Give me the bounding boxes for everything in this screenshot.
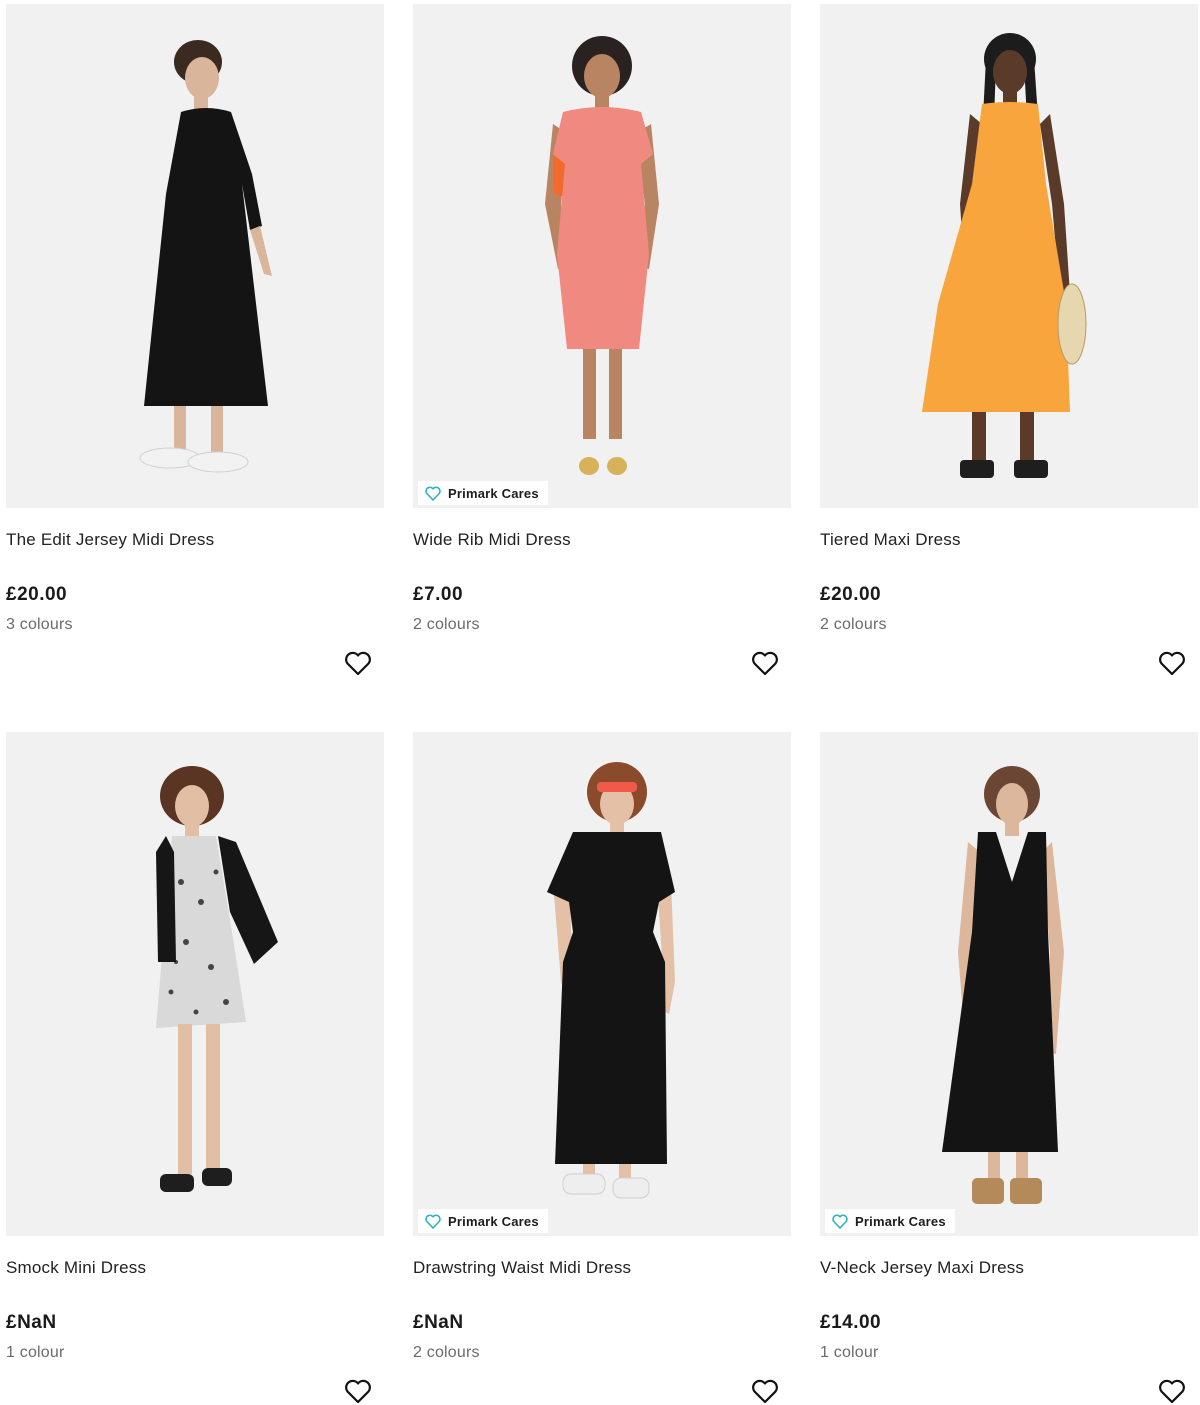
product-image[interactable]: Primark Cares [413,732,791,1236]
heart-outline-icon [752,651,778,676]
product-image[interactable]: Primark Cares [820,732,1198,1236]
heart-outline-icon [345,1379,371,1404]
product-card[interactable]: Primark Cares V-Neck Jersey Maxi Dress £… [820,732,1198,1404]
model-figure-image [922,33,1087,478]
product-card[interactable]: Primark Cares Wide Rib Midi Dress £7.00 … [413,4,791,676]
product-card[interactable]: Smock Mini Dress £NaN 1 colour [6,732,384,1404]
model-figure-image [545,36,659,475]
product-card[interactable]: The Edit Jersey Midi Dress £20.00 3 colo… [6,4,384,676]
product-name[interactable]: The Edit Jersey Midi Dress [6,530,214,550]
badge-label: Primark Cares [855,1213,946,1229]
model-figure-image [156,766,278,1192]
add-to-wishlist-button[interactable] [1156,1375,1188,1405]
primark-cares-badge: Primark Cares [418,1209,548,1233]
heart-outline-icon [345,651,371,676]
heart-outline-icon [1159,651,1185,676]
add-to-wishlist-button[interactable] [1156,647,1188,679]
product-colour-count: 1 colour [6,1344,65,1361]
product-price: £20.00 [820,584,882,605]
product-name[interactable]: Smock Mini Dress [6,1258,146,1278]
add-to-wishlist-button[interactable] [342,1375,374,1405]
heart-badge-icon [425,486,441,501]
product-card[interactable]: Tiered Maxi Dress £20.00 2 colours [820,4,1198,676]
product-price: £NaN [6,1312,57,1333]
product-name[interactable]: Tiered Maxi Dress [820,530,961,550]
product-name[interactable]: Wide Rib Midi Dress [413,530,571,550]
model-figure-image [547,762,675,1199]
product-price: £14.00 [820,1312,882,1333]
product-price: £20.00 [6,584,68,605]
add-to-wishlist-button[interactable] [749,647,781,679]
product-card[interactable]: Primark Cares Drawstring Waist Midi Dres… [413,732,791,1404]
model-figure-image [942,766,1064,1204]
product-colour-count: 1 colour [820,1344,879,1361]
product-image[interactable]: Primark Cares [413,4,791,508]
badge-label: Primark Cares [448,1213,539,1229]
heart-outline-icon [752,1379,778,1404]
product-image[interactable] [820,4,1198,508]
heart-badge-icon [832,1214,848,1229]
badge-label: Primark Cares [448,485,539,501]
product-price: £7.00 [413,584,464,605]
model-figure-image [139,40,272,473]
primark-cares-badge: Primark Cares [418,481,548,505]
heart-outline-icon [1159,1379,1185,1404]
product-price: £NaN [413,1312,464,1333]
product-colour-count: 2 colours [820,616,887,633]
add-to-wishlist-button[interactable] [749,1375,781,1405]
product-colour-count: 2 colours [413,616,480,633]
product-grid: The Edit Jersey Midi Dress £20.00 3 colo… [0,0,1200,1405]
primark-cares-badge: Primark Cares [825,1209,955,1233]
product-image[interactable] [6,4,384,508]
heart-badge-icon [425,1214,441,1229]
add-to-wishlist-button[interactable] [342,647,374,679]
product-colour-count: 2 colours [413,1344,480,1361]
product-colour-count: 3 colours [6,616,73,633]
product-image[interactable] [6,732,384,1236]
product-name[interactable]: V-Neck Jersey Maxi Dress [820,1258,1024,1278]
product-name[interactable]: Drawstring Waist Midi Dress [413,1258,631,1278]
